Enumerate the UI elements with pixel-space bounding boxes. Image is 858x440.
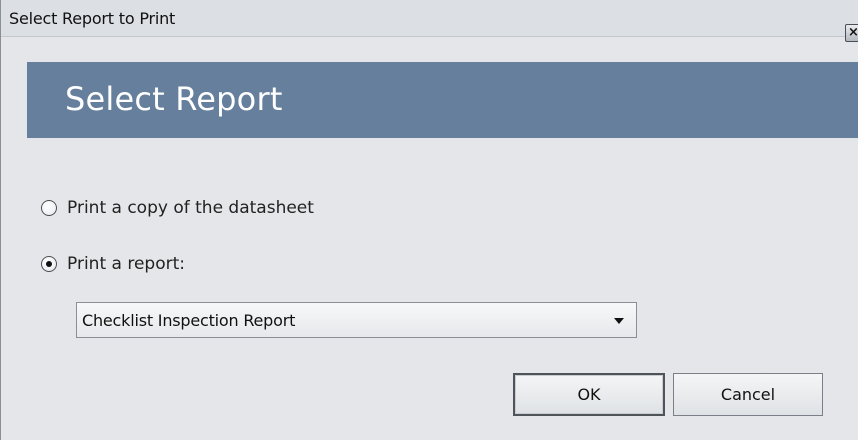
- report-option-label[interactable]: Print a report:: [67, 254, 185, 274]
- report-radio[interactable]: [41, 256, 57, 272]
- cancel-button[interactable]: Cancel: [673, 373, 823, 416]
- window-title: Select Report to Print: [9, 9, 176, 28]
- header-banner: Select Report: [27, 62, 858, 138]
- close-button[interactable]: ×: [845, 24, 858, 42]
- select-report-dialog: Select Report to Print × Select Report P…: [0, 0, 858, 440]
- title-bar[interactable]: Select Report to Print ×: [1, 0, 858, 42]
- report-select[interactable]: Checklist Inspection Report: [76, 302, 637, 338]
- ok-button[interactable]: OK: [513, 373, 665, 416]
- radio-selected-dot: [46, 261, 52, 267]
- datasheet-option-label[interactable]: Print a copy of the datasheet: [67, 198, 314, 218]
- report-option[interactable]: Print a report:: [41, 252, 185, 276]
- dropdown-arrow-icon[interactable]: [614, 318, 624, 324]
- page-title: Select Report: [65, 80, 283, 118]
- close-icon: ×: [848, 25, 858, 40]
- report-select-value: Checklist Inspection Report: [82, 311, 296, 330]
- datasheet-radio[interactable]: [41, 200, 57, 216]
- datasheet-option[interactable]: Print a copy of the datasheet: [41, 196, 314, 220]
